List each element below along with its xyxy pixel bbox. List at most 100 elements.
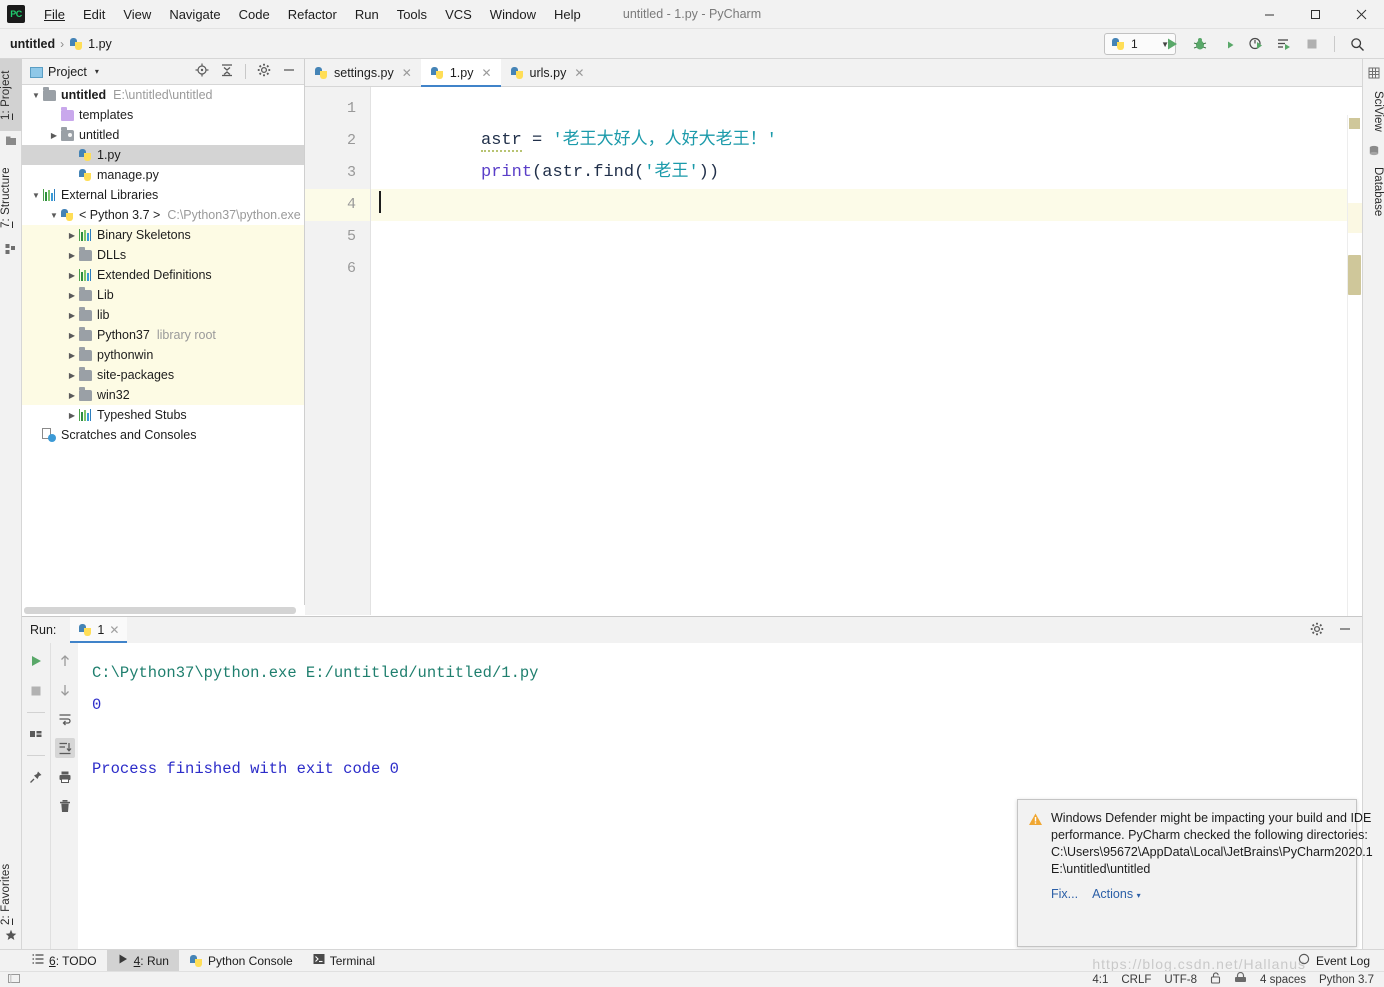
file-encoding[interactable]: UTF-8 xyxy=(1164,974,1197,986)
line-separator[interactable]: CRLF xyxy=(1121,974,1151,986)
tree-item[interactable]: Scratches and Consoles xyxy=(22,425,304,445)
breadcrumb-project[interactable]: untitled xyxy=(10,37,55,51)
code-editor[interactable]: 1 2 3 4 5 6 astr = '老王大好人，人好大老王！' print(astr.… xyxy=(305,87,1362,643)
chevron-right-icon[interactable]: ▶ xyxy=(66,289,78,301)
locate-icon[interactable] xyxy=(195,63,209,80)
code-lines[interactable]: astr = '老王大好人，人好大老王！' print(astr.find('老… xyxy=(371,87,1362,615)
menu-code[interactable]: Code xyxy=(230,3,279,26)
sidebar-item-sciview[interactable]: SciView xyxy=(1362,83,1384,139)
run-panel-tab[interactable]: 1 ✕ xyxy=(70,617,128,643)
stop-icon[interactable] xyxy=(26,681,46,701)
chevron-down-icon[interactable]: ▼ xyxy=(48,209,60,221)
scrollbar-warning-marker[interactable] xyxy=(1349,118,1360,129)
chevron-right-icon[interactable]: ▶ xyxy=(66,369,78,381)
run-icon[interactable] xyxy=(1163,35,1181,53)
tree-item[interactable]: ▶ Python37 library root xyxy=(22,325,304,345)
tree-item[interactable]: ▼ External Libraries xyxy=(22,185,304,205)
tree-item[interactable]: ▶ Binary Skeletons xyxy=(22,225,304,245)
trash-icon[interactable] xyxy=(55,796,75,816)
unlocked-icon[interactable] xyxy=(1210,972,1221,987)
menu-edit[interactable]: Edit xyxy=(74,3,114,26)
search-everywhere-icon[interactable] xyxy=(1348,35,1366,53)
chevron-right-icon[interactable]: ▶ xyxy=(66,269,78,281)
sidebar-item-favorites[interactable]: 2: Favorites xyxy=(0,854,22,934)
pin-icon[interactable] xyxy=(26,767,46,787)
down-arrow-icon[interactable] xyxy=(55,680,75,700)
hide-icon[interactable] xyxy=(1338,622,1352,639)
run-with-console-icon[interactable] xyxy=(1275,35,1293,53)
tab-1-py[interactable]: 1.py ✕ xyxy=(420,59,501,87)
sidebar-item-structure[interactable]: 7: Structure xyxy=(0,157,22,239)
rerun-icon[interactable] xyxy=(26,651,46,671)
scroll-to-end-icon[interactable] xyxy=(54,738,75,758)
notification-popup[interactable]: Windows Defender might be impacting your… xyxy=(1017,799,1373,947)
debug-icon[interactable] xyxy=(1191,35,1209,53)
bottom-tab-todo[interactable]: 6: TODO xyxy=(22,950,107,972)
stop-icon[interactable] xyxy=(1303,35,1321,53)
tree-item[interactable]: ▶ site-packages xyxy=(22,365,304,385)
menu-help[interactable]: Help xyxy=(545,3,590,26)
profile-icon[interactable] xyxy=(1247,35,1265,53)
tree-item[interactable]: ▶ Typeshed Stubs xyxy=(22,405,304,425)
chevron-right-icon[interactable]: ▶ xyxy=(66,409,78,421)
notification-fix-link[interactable]: Fix... xyxy=(1051,887,1078,901)
tree-item[interactable]: manage.py xyxy=(22,165,304,185)
tree-item[interactable]: ▶ lib xyxy=(22,305,304,325)
close-icon[interactable]: ✕ xyxy=(402,66,412,80)
run-coverage-icon[interactable] xyxy=(1219,35,1237,53)
project-tree[interactable]: ▼ untitled E:\untitled\untitled templates ▶ u… xyxy=(22,85,304,615)
chevron-right-icon[interactable]: ▶ xyxy=(66,329,78,341)
caret-position[interactable]: 4:1 xyxy=(1092,974,1108,986)
menu-window[interactable]: Window xyxy=(481,3,545,26)
menu-navigate[interactable]: Navigate xyxy=(160,3,229,26)
tree-item[interactable]: ▶ untitled xyxy=(22,125,304,145)
up-arrow-icon[interactable] xyxy=(55,651,75,671)
chevron-right-icon[interactable]: ▶ xyxy=(48,129,60,141)
close-button[interactable] xyxy=(1338,0,1384,29)
chevron-down-icon[interactable]: ▾ xyxy=(95,67,99,76)
menu-vcs[interactable]: VCS xyxy=(436,3,481,26)
chevron-right-icon[interactable]: ▶ xyxy=(66,229,78,241)
event-log-area[interactable]: Event Log xyxy=(1298,953,1384,968)
chevron-right-icon[interactable]: ▶ xyxy=(66,249,78,261)
tab-settings-py[interactable]: settings.py ✕ xyxy=(305,59,421,86)
chevron-down-icon[interactable]: ▼ xyxy=(30,189,42,201)
close-icon[interactable]: ✕ xyxy=(481,66,491,80)
tree-item[interactable]: templates xyxy=(22,105,304,125)
menu-tools[interactable]: Tools xyxy=(388,3,436,26)
python-interpreter[interactable]: Python 3.7 xyxy=(1319,974,1374,986)
menu-run[interactable]: Run xyxy=(346,3,388,26)
indent-setting[interactable]: 4 spaces xyxy=(1260,974,1306,986)
print-icon[interactable] xyxy=(55,767,75,787)
tab-urls-py[interactable]: urls.py ✕ xyxy=(500,59,594,86)
tree-item[interactable]: ▼ < Python 3.7 > C:\Python37\python.exe xyxy=(22,205,304,225)
chevron-right-icon[interactable]: ▶ xyxy=(66,309,78,321)
tree-item[interactable]: ▶ Lib xyxy=(22,285,304,305)
tree-item[interactable]: ▶ Extended Definitions xyxy=(22,265,304,285)
bottom-tab-python-console[interactable]: Python Console xyxy=(179,950,303,972)
tree-item[interactable]: ▼ untitled E:\untitled\untitled xyxy=(22,85,304,105)
editor-scrollbar[interactable] xyxy=(1347,115,1362,643)
tree-item[interactable]: 1.py xyxy=(22,145,304,165)
soft-wrap-icon[interactable] xyxy=(55,709,75,729)
sidebar-item-project[interactable]: 1: Project xyxy=(0,59,22,131)
project-panel-hscrollbar[interactable] xyxy=(22,605,305,616)
hide-icon[interactable] xyxy=(282,63,296,80)
menu-file[interactable]: File xyxy=(35,3,74,26)
chevron-down-icon[interactable]: ▼ xyxy=(30,89,42,101)
chevron-right-icon[interactable]: ▶ xyxy=(66,389,78,401)
menu-view[interactable]: View xyxy=(114,3,160,26)
bottom-tab-run[interactable]: 4: Run xyxy=(106,949,179,972)
notification-actions-link[interactable]: Actions ▾ xyxy=(1092,887,1141,901)
memory-indicator-icon[interactable] xyxy=(8,973,20,987)
close-icon[interactable]: ✕ xyxy=(574,66,584,80)
bottom-tab-terminal[interactable]: Terminal xyxy=(303,950,385,972)
breadcrumb-file[interactable]: 1.py xyxy=(88,37,112,51)
layout-icon[interactable] xyxy=(26,724,46,744)
sidebar-item-database[interactable]: Database xyxy=(1362,159,1384,225)
menu-refactor[interactable]: Refactor xyxy=(279,3,346,26)
scrollbar-thumb[interactable] xyxy=(1348,255,1361,295)
gear-icon[interactable] xyxy=(1310,622,1324,639)
chevron-right-icon[interactable]: ▶ xyxy=(66,349,78,361)
close-icon[interactable]: ✕ xyxy=(109,623,119,637)
